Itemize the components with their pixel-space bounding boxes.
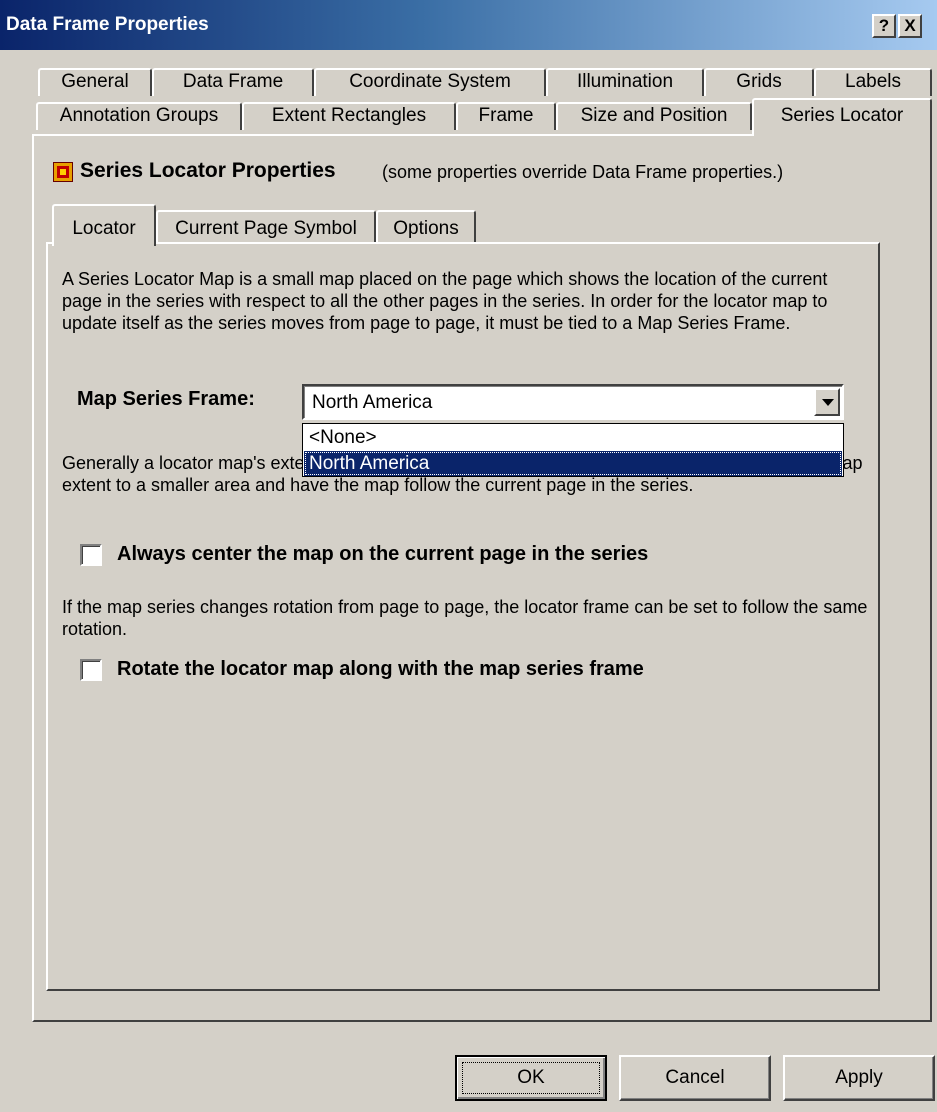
tab-illumination[interactable]: Illumination [546, 68, 704, 96]
subtab-options[interactable]: Options [376, 210, 476, 244]
apply-button[interactable]: Apply [783, 1055, 935, 1101]
title-bar[interactable]: Data Frame Properties ? X [0, 0, 937, 50]
tab-size-and-position[interactable]: Size and Position [556, 102, 752, 130]
tab-grids[interactable]: Grids [704, 68, 814, 96]
rotation-text: If the map series changes rotation from … [62, 597, 868, 639]
tab-series-locator[interactable]: Series Locator [752, 98, 932, 136]
rotate-map-checkbox[interactable] [80, 659, 102, 681]
series-locator-icon [53, 162, 73, 182]
window-title: Data Frame Properties [6, 14, 209, 35]
map-series-frame-label: Map Series Frame: [77, 388, 255, 410]
close-button[interactable]: X [898, 14, 922, 38]
center-map-checkbox-label[interactable]: Always center the map on the current pag… [117, 543, 648, 566]
tab-labels[interactable]: Labels [814, 68, 932, 96]
tab-extent-rectangles[interactable]: Extent Rectangles [242, 102, 456, 130]
map-series-frame-value: North America [312, 392, 433, 413]
tab-annotation-groups[interactable]: Annotation Groups [36, 102, 242, 130]
tab-general[interactable]: General [38, 68, 152, 96]
subtab-current-page-symbol[interactable]: Current Page Symbol [156, 210, 376, 244]
panel-heading-note: (some properties override Data Frame pro… [382, 162, 784, 182]
help-button[interactable]: ? [872, 14, 896, 38]
panel-heading: Series Locator Properties [80, 159, 336, 182]
tab-data-frame[interactable]: Data Frame [152, 68, 314, 96]
map-series-frame-select[interactable]: North America [302, 384, 844, 420]
tab-frame[interactable]: Frame [456, 102, 556, 130]
locator-intro-text: A Series Locator Map is a small map plac… [62, 269, 828, 333]
ok-button[interactable]: OK [455, 1055, 607, 1101]
dropdown-option-none[interactable]: <None> [304, 425, 842, 450]
center-map-checkbox[interactable] [80, 544, 102, 566]
tab-coordinate-system[interactable]: Coordinate System [314, 68, 546, 96]
rotate-map-checkbox-label[interactable]: Rotate the locator map along with the ma… [117, 658, 644, 681]
map-series-frame-dropdown: <None> North America [302, 423, 844, 477]
cancel-button[interactable]: Cancel [619, 1055, 771, 1101]
subtab-locator[interactable]: Locator [52, 204, 156, 246]
dropdown-option-north-america[interactable]: North America [304, 451, 842, 476]
dropdown-arrow-icon[interactable] [814, 388, 840, 416]
focus-rectangle [462, 1062, 600, 1094]
